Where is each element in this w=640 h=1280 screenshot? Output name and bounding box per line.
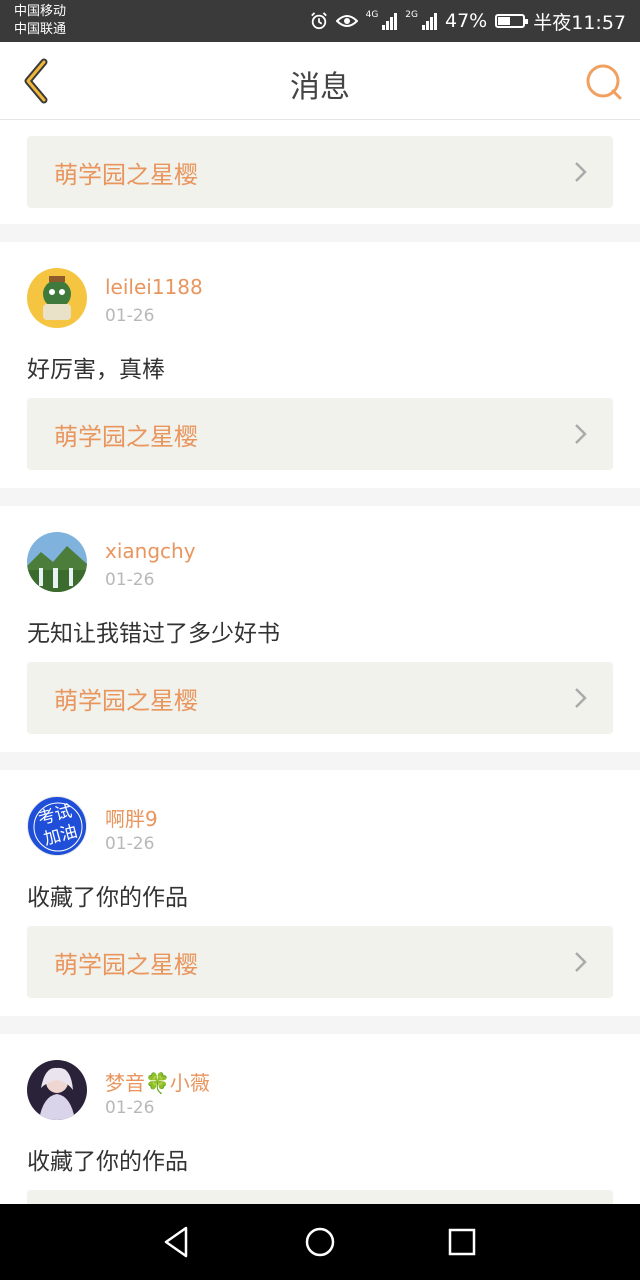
- avatar[interactable]: 考试加油: [27, 796, 87, 856]
- message-card: 梦音🍀小薇 01-26 收藏了你的作品: [0, 1034, 640, 1204]
- system-nav-bar: [0, 1204, 640, 1280]
- network-type-1: 4G: [365, 10, 379, 20]
- message-date: 01-26: [105, 570, 155, 590]
- work-title: 萌学园之星樱: [54, 423, 198, 451]
- page-title: 消息: [290, 70, 350, 105]
- work-title: 萌学园之星樱: [54, 951, 198, 979]
- eye-icon: [335, 15, 358, 27]
- avatar[interactable]: [27, 1060, 87, 1120]
- carrier-info: 中国移动 中国联通: [14, 3, 66, 39]
- chevron-right-icon: [575, 688, 587, 708]
- signal-icon-2: [422, 12, 437, 30]
- clock: 半夜11:57: [533, 11, 626, 34]
- message-card: leilei1188 01-26 好厉害，真棒 萌学园之星樱: [0, 242, 640, 488]
- comment-text: 好厉害，真棒: [27, 357, 165, 383]
- network-type-2: 2G: [405, 10, 418, 20]
- work-link[interactable]: 萌学园之星樱: [27, 398, 613, 470]
- work-title: 萌学园之星樱: [54, 161, 198, 189]
- work-title: 萌学园之星樱: [54, 687, 198, 715]
- chevron-right-icon: [575, 162, 587, 182]
- message-date: 01-26: [105, 1098, 155, 1118]
- avatar-waterfall-icon: [27, 532, 87, 592]
- work-link[interactable]: 萌学园之星樱: [27, 926, 613, 998]
- carrier-1: 中国移动: [14, 4, 67, 19]
- message-date: 01-26: [105, 834, 155, 854]
- username[interactable]: 啊胖9: [105, 803, 158, 832]
- alarm-icon: [310, 12, 327, 30]
- work-link[interactable]: 萌学园之星樱: [27, 136, 613, 208]
- avatar[interactable]: [27, 532, 87, 592]
- message-card: xiangchy 01-26 无知让我错过了多少好书 萌学园之星樱: [0, 506, 640, 752]
- message-list[interactable]: 萌学园之星樱 leilei1188 01-26 好厉害，真棒 萌学园之星樱 xi…: [0, 120, 640, 1204]
- status-bar: 中国移动 中国联通 4G 2G 47% 半夜11:57: [0, 0, 640, 42]
- recents-nav-icon[interactable]: [442, 1222, 482, 1262]
- carrier-2: 中国联通: [14, 22, 67, 37]
- chevron-right-icon: [575, 952, 587, 972]
- back-nav-icon[interactable]: [158, 1222, 198, 1262]
- work-link[interactable]: [27, 1190, 613, 1204]
- battery-percent: 47%: [445, 10, 488, 32]
- work-link[interactable]: 萌学园之星樱: [27, 662, 613, 734]
- home-nav-icon[interactable]: [300, 1222, 340, 1262]
- username[interactable]: xiangchy: [105, 539, 196, 563]
- message-card: 萌学园之星樱: [0, 120, 640, 224]
- message-card: 考试加油 啊胖9 01-26 收藏了你的作品 萌学园之星樱: [0, 770, 640, 1016]
- avatar[interactable]: [27, 268, 87, 328]
- app-header: 消息: [0, 42, 640, 120]
- comment-text: 无知让我错过了多少好书: [27, 621, 280, 647]
- signal-icon: [382, 12, 398, 30]
- search-icon[interactable]: [582, 60, 626, 104]
- username[interactable]: leilei1188: [105, 275, 203, 299]
- battery-icon: [495, 14, 529, 28]
- message-date: 01-26: [105, 306, 155, 326]
- comment-text: 收藏了你的作品: [27, 885, 188, 911]
- chevron-right-icon: [575, 424, 587, 444]
- comment-text: 收藏了你的作品: [27, 1149, 188, 1175]
- username[interactable]: 梦音🍀小薇: [105, 1067, 210, 1096]
- avatar-girl-icon: [27, 1060, 87, 1120]
- avatar-cartoon-icon: [27, 268, 87, 328]
